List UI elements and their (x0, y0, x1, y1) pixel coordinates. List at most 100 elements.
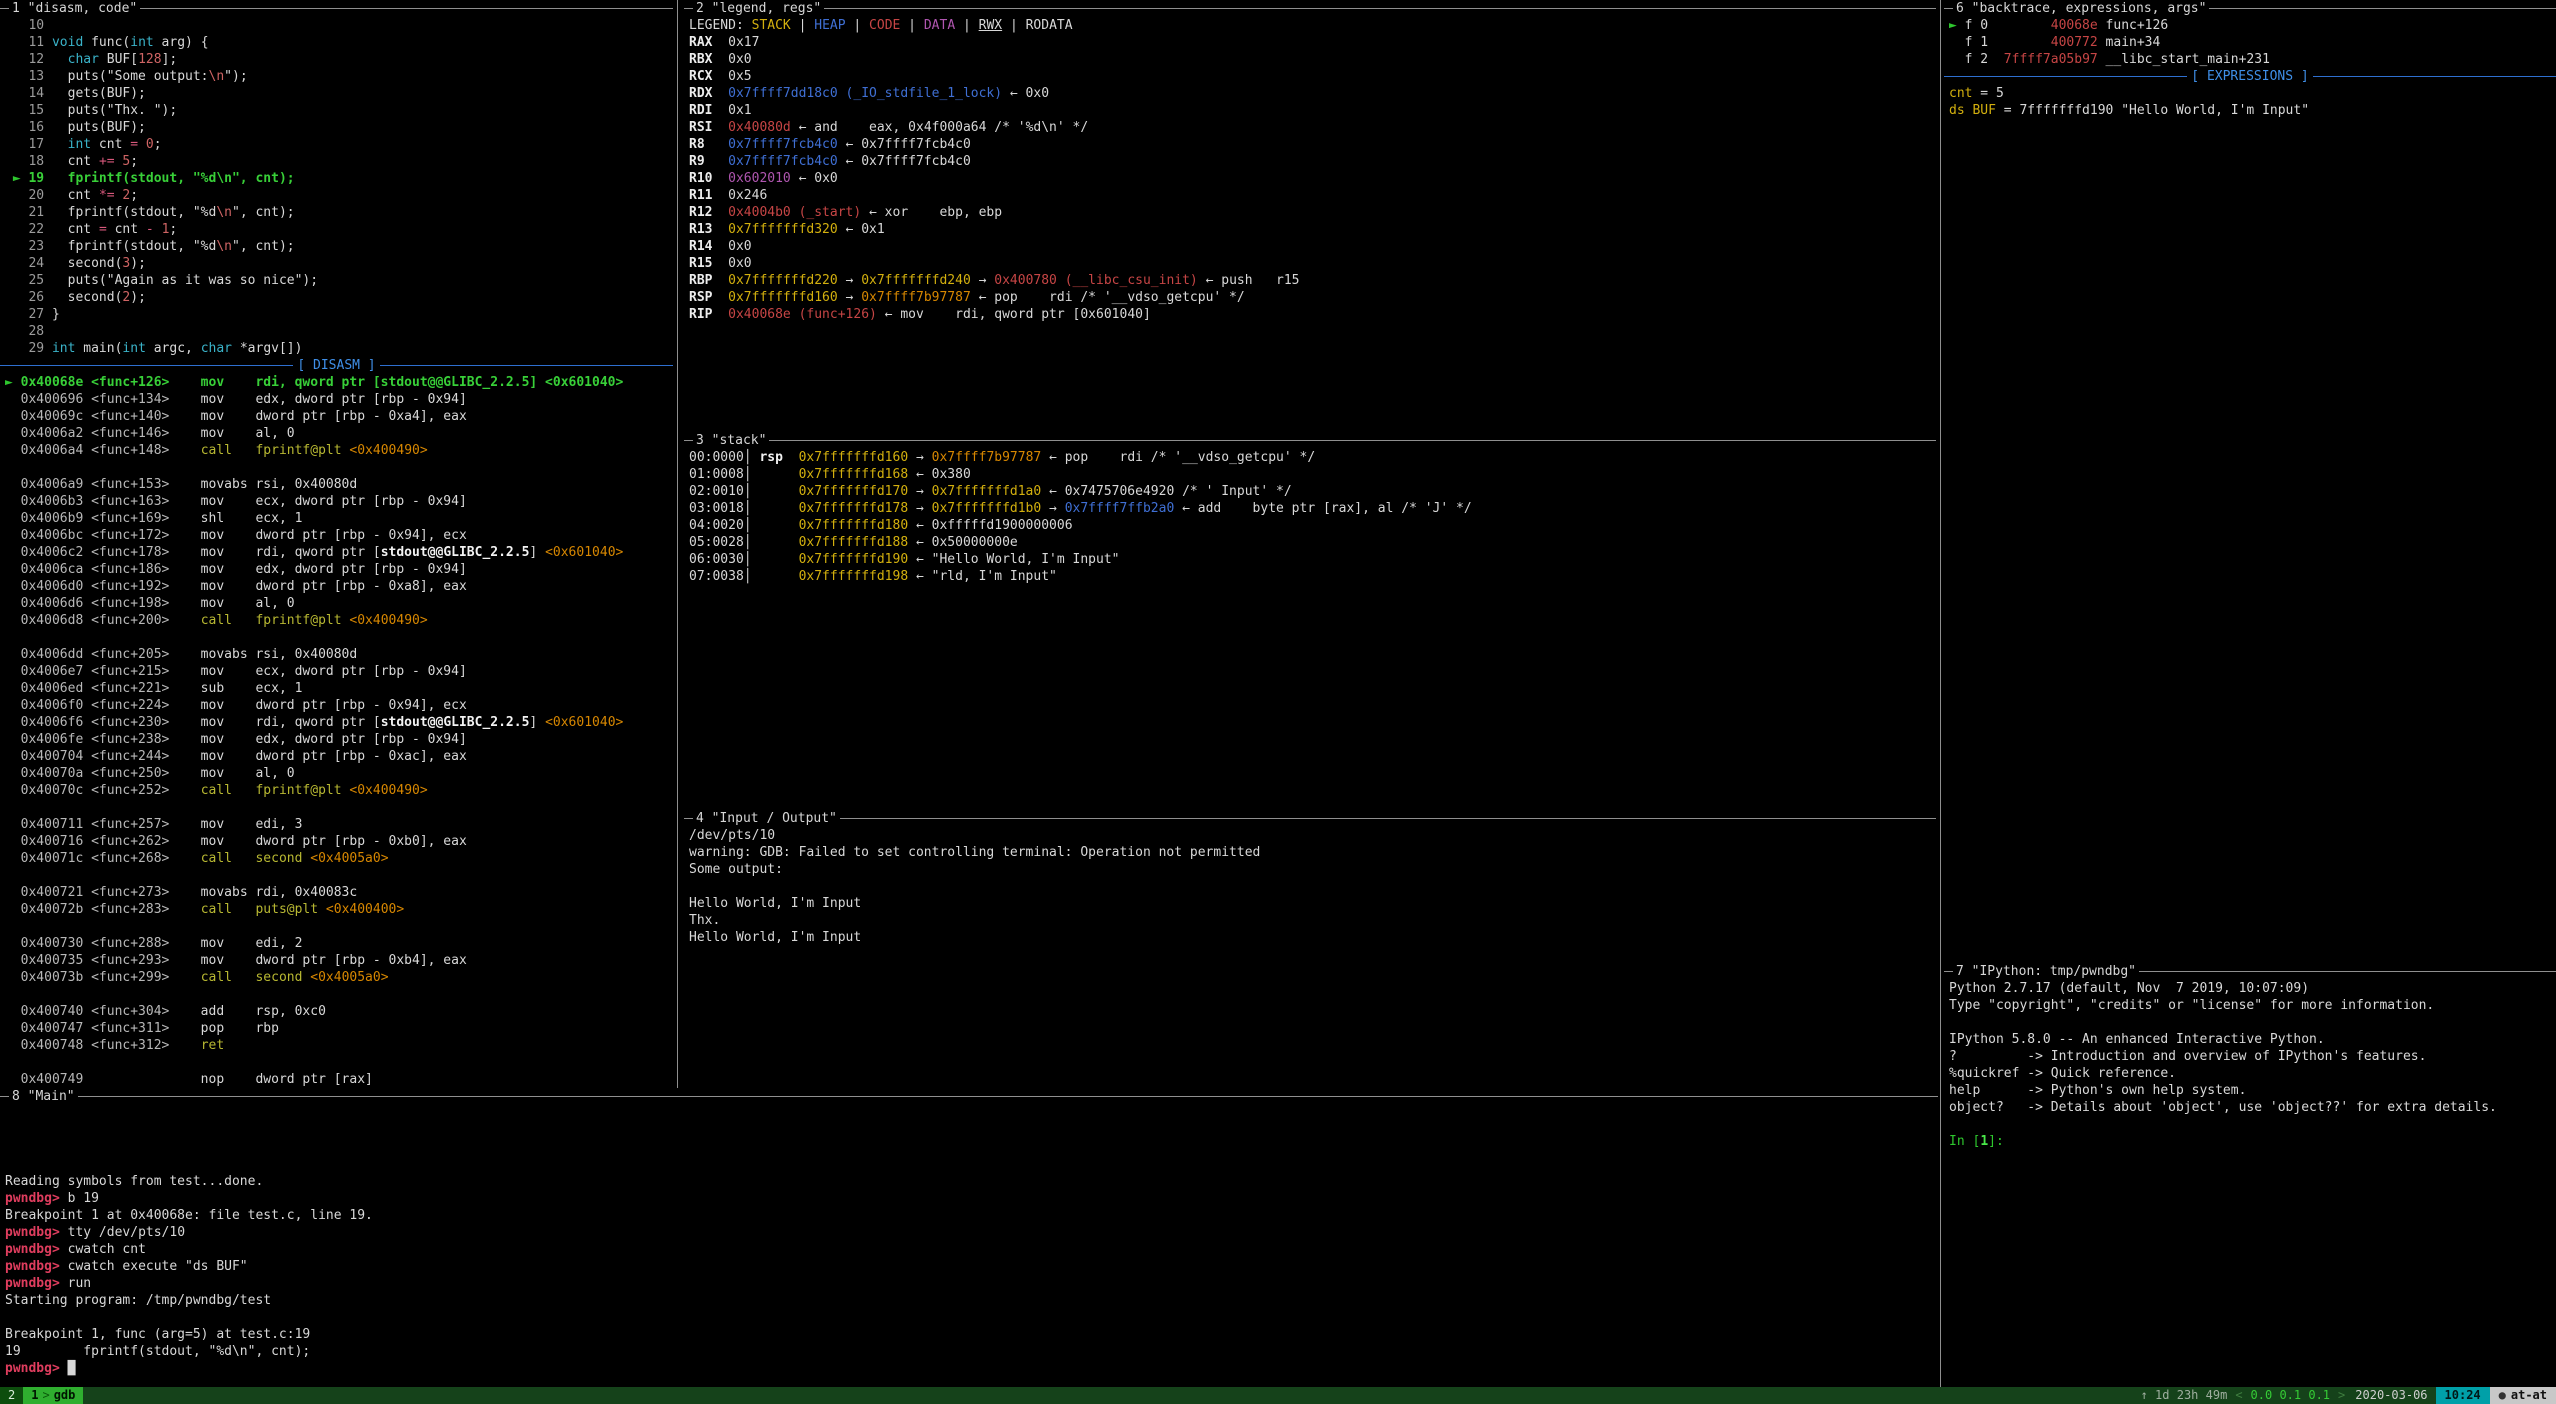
terminal-line: ► f 0 40068e func+126 (1949, 17, 2556, 34)
terminal-line: 0x4006a2 <func+146> mov al, 0 (5, 425, 673, 442)
pane-border-disasm-code: 1 "disasm, code" (0, 0, 673, 17)
terminal-line: 0x4006d0 <func+192> mov dword ptr [rbp -… (5, 578, 673, 595)
terminal-line: R11 0x246 (689, 187, 1936, 204)
source-code-block: 10 11 void func(int arg) { 12 char BUF[1… (0, 17, 673, 357)
pane-title-ipython: 7 "IPython: tmp/pwndbg" (1953, 964, 2139, 979)
terminal-line: 0x400704 <func+244> mov dword ptr [rbp -… (5, 748, 673, 765)
pane-input-output[interactable]: 4 "Input / Output" /dev/pts/10warning: G… (684, 810, 1936, 1088)
terminal-line: 16 puts(BUF); (5, 119, 673, 136)
terminal-line: 06:0030│ 0x7fffffffd190 ← "Hello World, … (689, 551, 1936, 568)
terminal-line: 0x4006d6 <func+198> mov al, 0 (5, 595, 673, 612)
terminal-line: RBX 0x0 (689, 51, 1936, 68)
pane-border-ipython: 7 "IPython: tmp/pwndbg" (1944, 963, 2556, 980)
terminal-line: R14 0x0 (689, 238, 1936, 255)
ipython-console-block[interactable]: Python 2.7.17 (default, Nov 7 2019, 10:0… (1944, 980, 2556, 1150)
pane-title-legend-regs: 2 "legend, regs" (693, 1, 824, 16)
pane-legend-regs[interactable]: 2 "legend, regs" LEGEND: STACK | HEAP | … (684, 0, 1936, 432)
terminal-line: 25 puts("Again as it was so nice"); (5, 272, 673, 289)
watch-expression-list: cnt = 5ds BUF = 7fffffffd190 "Hello Worl… (1944, 85, 2556, 119)
border-line (2209, 8, 2556, 9)
terminal-line: RCX 0x5 (689, 68, 1936, 85)
terminal-line (5, 918, 673, 935)
tmux-status-bar: 2 1>gdb ↑ 1d 23h 49m < 0.0 0.1 0.1 > 202… (0, 1387, 2556, 1404)
terminal-line: Type "copyright", "credits" or "license"… (1949, 997, 2556, 1014)
terminal-line: In [1]: (1949, 1133, 2556, 1150)
terminal-line: %quickref -> Quick reference. (1949, 1065, 2556, 1082)
status-bar-right: ↑ 1d 23h 49m < 0.0 0.1 0.1 > 2020-03-06 … (2135, 1387, 2556, 1404)
border-dash (684, 818, 693, 819)
terminal-line: Hello World, I'm Input (689, 929, 1936, 946)
border-line (140, 8, 673, 9)
terminal-line: RAX 0x17 (689, 34, 1936, 51)
terminal-line: 04:0020│ 0x7fffffffd180 ← 0xfffffd190000… (689, 517, 1936, 534)
terminal-line: 0x4006e7 <func+215> mov ecx, dword ptr [… (5, 663, 673, 680)
pane-border-legend-regs: 2 "legend, regs" (684, 0, 1936, 17)
terminal-line: pwndbg> b 19 (5, 1190, 1938, 1207)
terminal-line: 14 gets(BUF); (5, 85, 673, 102)
terminal-line: 24 second(3); (5, 255, 673, 272)
terminal-line (1949, 1116, 2556, 1133)
terminal-line: 0x4006a9 <func+153> movabs rsi, 0x40080d (5, 476, 673, 493)
terminal-line: 0x4006c2 <func+178> mov rdi, qword ptr [… (5, 544, 673, 561)
terminal-line: 0x4006ed <func+221> sub ecx, 1 (5, 680, 673, 697)
border-dash (1944, 8, 1953, 9)
pane-ipython[interactable]: 7 "IPython: tmp/pwndbg" Python 2.7.17 (d… (1944, 963, 2556, 1387)
time-indicator: 10:24 (2436, 1387, 2490, 1404)
terminal-line: 0x400748 <func+312> ret (5, 1037, 673, 1054)
terminal-line: cnt = 5 (1949, 85, 2556, 102)
border-line (769, 440, 1936, 441)
disassembly-block: ► 0x40068e <func+126> mov rdi, qword ptr… (0, 374, 673, 1088)
terminal-line: 0x400749 nop dword ptr [rax] (5, 1071, 673, 1088)
gdb-console-block[interactable]: Reading symbols from test...done.pwndbg>… (0, 1105, 1938, 1377)
terminal-line: R9 0x7ffff7fcb4c0 ← 0x7ffff7fcb4c0 (689, 153, 1936, 170)
pane-border-stack: 3 "stack" (684, 432, 1936, 449)
terminal-line: ► 19 fprintf(stdout, "%d\n", cnt); (5, 170, 673, 187)
terminal-line: 01:0008│ 0x7fffffffd168 ← 0x380 (689, 466, 1936, 483)
pane-divider-vertical-right[interactable] (1940, 0, 1941, 1387)
tmux-window-tab[interactable]: 1>gdb (23, 1387, 83, 1404)
pane-border-input-output: 4 "Input / Output" (684, 810, 1936, 827)
terminal-line: help -> Python's own help system. (1949, 1082, 2556, 1099)
terminal-line: RSP 0x7fffffffd160 → 0x7ffff7b97787 ← po… (689, 289, 1936, 306)
date-indicator: 2020-03-06 (2347, 1387, 2435, 1404)
terminal-line: IPython 5.8.0 -- An enhanced Interactive… (1949, 1031, 2556, 1048)
terminal-line: 29 int main(int argc, char *argv[]) (5, 340, 673, 357)
terminal-line: Thx. (689, 912, 1936, 929)
terminal-line: 0x4006b3 <func+163> mov ecx, dword ptr [… (5, 493, 673, 510)
pane-backtrace-expressions[interactable]: 6 "backtrace, expressions, args" ► f 0 4… (1944, 0, 2556, 963)
terminal-line: 0x4006dd <func+205> movabs rsi, 0x40080d (5, 646, 673, 663)
border-dash (0, 8, 9, 9)
terminal-line: RDX 0x7ffff7dd18c0 (_IO_stdfile_1_lock) … (689, 85, 1936, 102)
terminal-line: 0x40069c <func+140> mov dword ptr [rbp -… (5, 408, 673, 425)
terminal-line: warning: GDB: Failed to set controlling … (689, 844, 1936, 861)
terminal-line: 15 puts("Thx. "); (5, 102, 673, 119)
pane-stack[interactable]: 3 "stack" 00:0000│ rsp 0x7fffffffd160 → … (684, 432, 1936, 810)
chevron-right-icon: > (38, 1388, 53, 1402)
backtrace-frame-list: ► f 0 40068e func+126 f 1 400772 main+34… (1944, 17, 2556, 68)
stack-list: 00:0000│ rsp 0x7fffffffd160 → 0x7ffff7b9… (684, 449, 1936, 585)
terminal-line: 03:0018│ 0x7fffffffd178 → 0x7fffffffd1b0… (689, 500, 1936, 517)
terminal-line: R13 0x7fffffffd320 ← 0x1 (689, 221, 1936, 238)
pane-main-gdb[interactable]: 8 "Main" Reading symbols from test...don… (0, 1088, 1938, 1387)
expressions-section-header: [ EXPRESSIONS ] (1944, 68, 2556, 85)
pane-divider-vertical-left[interactable] (677, 0, 678, 1088)
terminal-line (5, 1105, 1938, 1122)
terminal-line: 0x40072b <func+283> call puts@plt <0x400… (5, 901, 673, 918)
section-line (0, 365, 293, 366)
terminal-line: 0x40073b <func+299> call second <0x4005a… (5, 969, 673, 986)
terminal-line: 0x400735 <func+293> mov dword ptr [rbp -… (5, 952, 673, 969)
pane-disasm-code[interactable]: 1 "disasm, code" 10 11 void func(int arg… (0, 0, 673, 1088)
load-average: 0.0 0.1 0.1 (2245, 1387, 2336, 1404)
tmux-session-indicator[interactable]: 2 (0, 1387, 23, 1404)
separator-right-icon: > (2336, 1387, 2347, 1404)
terminal-line: 0x400696 <func+134> mov edx, dword ptr [… (5, 391, 673, 408)
terminal-line: R8 0x7ffff7fcb4c0 ← 0x7ffff7fcb4c0 (689, 136, 1936, 153)
terminal-line: 0x4006f6 <func+230> mov rdi, qword ptr [… (5, 714, 673, 731)
terminal-line (5, 1054, 673, 1071)
terminal-line (5, 986, 673, 1003)
section-line (2313, 76, 2556, 77)
terminal-line: Hello World, I'm Input (689, 895, 1936, 912)
disasm-section-label: [ DISASM ] (293, 358, 379, 373)
terminal-line: 0x4006bc <func+172> mov dword ptr [rbp -… (5, 527, 673, 544)
terminal-line: 22 cnt = cnt - 1; (5, 221, 673, 238)
